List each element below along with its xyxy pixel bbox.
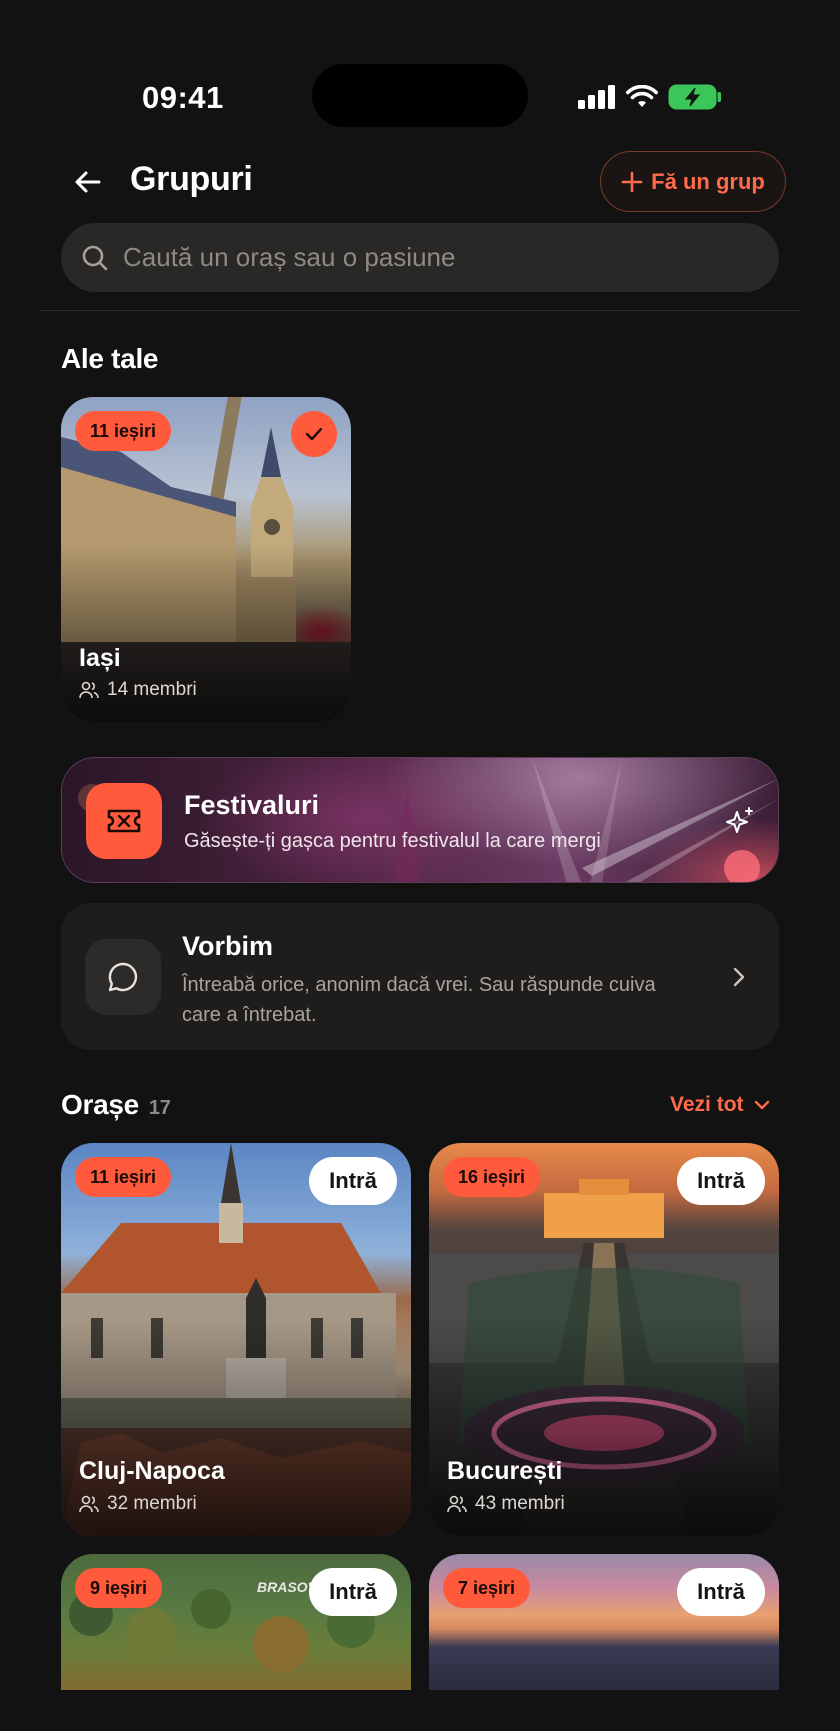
plus-icon xyxy=(621,171,643,192)
wifi-icon xyxy=(626,85,658,107)
city-card-fourth[interactable]: 7 ieșiri Intră xyxy=(429,1554,779,1690)
chevron-down-icon xyxy=(754,1100,769,1110)
status-icons xyxy=(578,82,722,112)
search-icon xyxy=(82,245,108,270)
signal-icon xyxy=(578,85,615,109)
sparkle-icon xyxy=(726,807,753,833)
members-count: 43 membri xyxy=(475,1493,565,1514)
users-icon xyxy=(79,1495,99,1513)
confetti-decoration xyxy=(78,758,778,882)
outings-badge: 7 ieșiri xyxy=(443,1568,531,1608)
arrow-left-icon xyxy=(75,171,101,193)
check-icon xyxy=(305,427,323,441)
status-time: 09:41 xyxy=(142,80,224,115)
outings-badge: 16 ieșiri xyxy=(443,1157,541,1197)
cities-count: 17 xyxy=(148,1097,171,1119)
ticket-icon xyxy=(107,809,141,833)
join-button[interactable]: Intră xyxy=(677,1157,765,1205)
search-bar[interactable] xyxy=(61,223,779,292)
festivals-title: Festivaluri xyxy=(184,790,320,820)
group-name: Iași xyxy=(79,644,121,672)
create-group-button[interactable]: Fă un grup xyxy=(600,151,786,212)
header-divider xyxy=(40,310,800,311)
cities-title: Orașe xyxy=(61,1089,139,1120)
city-members: 43 membri xyxy=(447,1493,565,1515)
city-name: Cluj-Napoca xyxy=(79,1457,225,1485)
joined-check-button[interactable] xyxy=(291,411,337,457)
city-card-bucuresti[interactable]: 16 ieșiri Intră București 43 membri xyxy=(429,1143,779,1536)
members-count: 14 membri xyxy=(107,679,197,700)
create-group-label: Fă un grup xyxy=(651,168,765,194)
ticket-icon-tile xyxy=(86,783,162,859)
chevron-right-icon xyxy=(733,967,745,987)
outings-badge: 11 ieșiri xyxy=(75,1157,172,1197)
dynamic-island xyxy=(312,64,528,127)
users-icon xyxy=(79,681,99,699)
join-button[interactable]: Intră xyxy=(677,1568,765,1616)
city-name: București xyxy=(447,1457,563,1485)
chat-icon-tile xyxy=(85,939,161,1015)
join-button[interactable]: Intră xyxy=(309,1568,397,1616)
search-input[interactable] xyxy=(123,242,723,273)
festivals-banner[interactable]: Festivaluri Găsește-ți gașca pentru fest… xyxy=(61,757,779,883)
city-card-cluj[interactable]: 11 ieșiri Intră Cluj-Napoca 32 membri xyxy=(61,1143,411,1536)
city-card-brasov[interactable]: BRASOV 9 ieșiri Intră xyxy=(61,1554,411,1690)
vorbim-description: Întreabă orice, anonim dacă vrei. Sau ră… xyxy=(182,974,656,1026)
outings-badge: 11 ieșiri xyxy=(75,411,172,451)
page-title: Grupuri xyxy=(130,160,253,198)
see-all-label: Vezi tot xyxy=(670,1093,744,1116)
outings-badge: 9 ieșiri xyxy=(75,1568,163,1608)
battery-icon xyxy=(668,84,721,110)
members-count: 32 membri xyxy=(107,1493,197,1514)
back-button[interactable] xyxy=(68,162,108,202)
users-icon xyxy=(447,1495,467,1513)
festivals-subtitle: Găsește-ți gașca pentru festivalul la ca… xyxy=(184,830,601,852)
vorbim-card[interactable]: Vorbim Întreabă orice, anonim dacă vrei.… xyxy=(61,903,779,1050)
join-button[interactable]: Intră xyxy=(309,1157,397,1205)
group-members: 14 membri xyxy=(79,679,197,701)
vorbim-title: Vorbim xyxy=(182,931,274,961)
see-all-button[interactable]: Vezi tot xyxy=(670,1093,772,1117)
section-title-cities: Orașe 17 xyxy=(61,1089,171,1121)
chat-bubble-icon xyxy=(108,962,138,992)
group-card-iasi[interactable]: 11 ieșiri Iași 14 membri xyxy=(61,397,351,722)
city-members: 32 membri xyxy=(79,1493,197,1515)
section-title-mine: Ale tale xyxy=(61,343,159,374)
